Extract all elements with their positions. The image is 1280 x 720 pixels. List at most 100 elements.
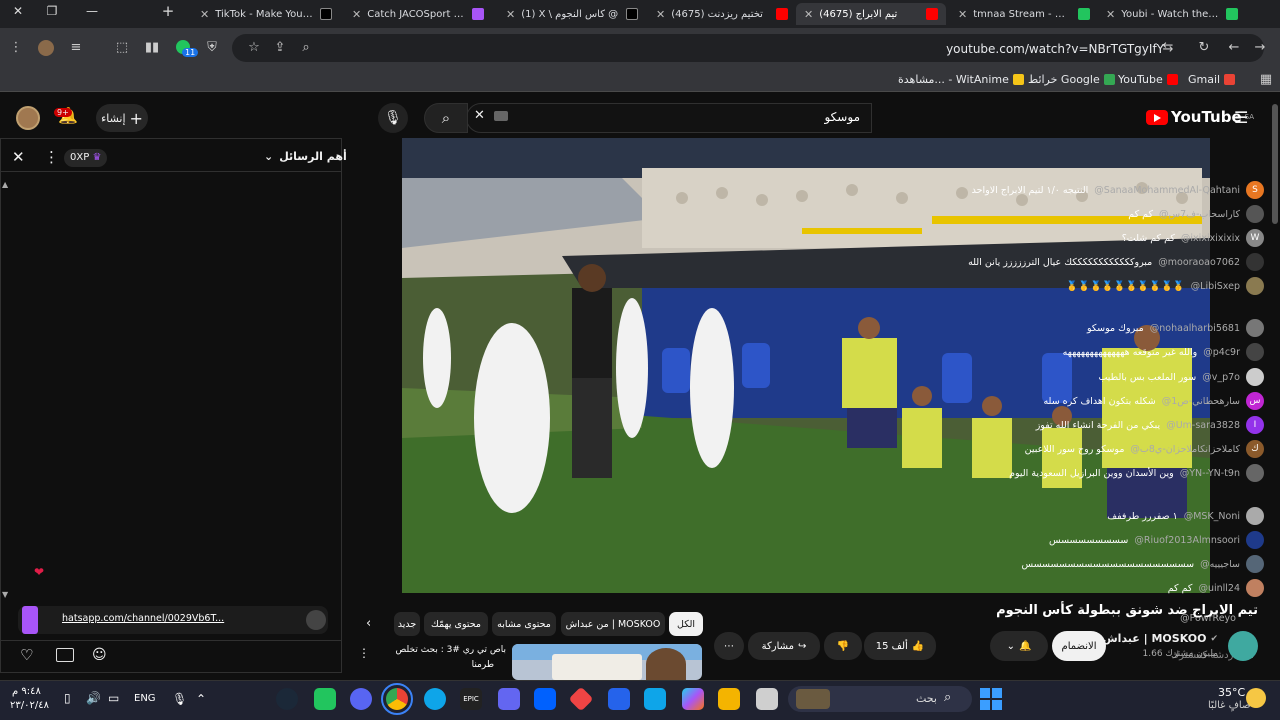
chat-message[interactable]: @ساجيييه سسسسسسسسسسسسسسسسسسسس — [1021, 555, 1264, 573]
battery-icon[interactable]: ▯ — [64, 691, 71, 705]
browser-tab[interactable]: ✕ Youbi - Watch the Vi — [1098, 3, 1246, 25]
chat-author[interactable]: @nohaalharbi5681 — [1150, 323, 1240, 334]
chat-message[interactable]: W @ixixixixixix كم كم شلت؟ — [1122, 229, 1264, 247]
outlook-icon[interactable] — [608, 688, 630, 710]
search-button[interactable]: ⌕ — [424, 103, 468, 133]
windows-start-icon[interactable] — [980, 688, 1002, 710]
voice-search-button[interactable]: 🎙 — [378, 103, 408, 133]
avatar[interactable] — [1246, 507, 1264, 525]
bookmark-witanime[interactable]: مشاهدة... - WitAnime — [898, 73, 1024, 86]
close-tab-icon[interactable]: ✕ — [804, 8, 813, 21]
volume-icon[interactable]: 🔊 — [86, 691, 101, 705]
bookmark-gmail[interactable]: Gmail — [1188, 73, 1236, 86]
profile-avatar[interactable] — [38, 40, 54, 56]
close-tab-icon[interactable]: ✕ — [656, 8, 665, 21]
clock-time[interactable]: ٩:٤٨ م — [12, 686, 41, 697]
chat-message[interactable]: @v_p7o سور الملعب بس بالطيب — [1098, 368, 1264, 386]
keyboard-icon[interactable] — [494, 111, 508, 121]
search-input[interactable] — [466, 103, 872, 133]
chat-author[interactable]: @سارهحطاني-ص1 — [1162, 396, 1240, 407]
copilot-icon[interactable] — [682, 688, 704, 710]
emoji-icon[interactable]: ☺ — [92, 647, 107, 663]
avatar[interactable]: W — [1246, 229, 1264, 247]
chat-message[interactable]: @mooraoao7062 مبروككككككككككككك عيال التر… — [968, 253, 1264, 271]
dislike-button[interactable]: 👎 — [824, 632, 862, 660]
share-button[interactable]: مشاركة ↪ — [748, 632, 820, 660]
browser-tab[interactable]: ✕ TikTok - Make Your D — [192, 3, 340, 25]
chat-message[interactable]: I @Um-sara3828 يبكي من الفرحة انشاء الله ت… — [1036, 416, 1264, 434]
chat-message[interactable]: @LibiSxep 🥇🥇🥇🥇🥇🥇🥇🥇🥇🥇 — [1066, 277, 1264, 295]
close-tab-icon[interactable]: ✕ — [1106, 8, 1115, 21]
close-tab-icon[interactable]: ✕ — [506, 8, 515, 21]
shield-extension-icon[interactable]: ⛨ — [204, 40, 220, 56]
display-icon[interactable]: ▭ — [108, 691, 119, 705]
chat-input[interactable] — [110, 646, 326, 668]
bookmark-maps[interactable]: خرائط Google — [1028, 73, 1115, 86]
extensions-puzzle-icon[interactable]: ⬚ — [114, 40, 130, 56]
avatar[interactable]: س — [1246, 392, 1264, 410]
close-tab-icon[interactable]: ✕ — [352, 8, 361, 21]
chat-author[interactable]: @LibiSxep — [1191, 281, 1240, 292]
minimize-window-icon[interactable]: — — [80, 4, 104, 22]
chat-author[interactable]: @uinll24 — [1198, 583, 1240, 594]
menu-dots-icon[interactable]: ⋮ — [8, 40, 24, 56]
page-scrollbar-thumb[interactable] — [1272, 104, 1278, 224]
youtube-logo[interactable]: YouTube SA — [1146, 108, 1254, 126]
chip-all[interactable]: الكل — [669, 612, 703, 636]
channel-name[interactable]: عبداش | MOSKOO ✔ — [1103, 632, 1219, 645]
join-button[interactable]: الانضمام — [1052, 631, 1106, 661]
subscribed-button[interactable]: ⌄ 🔔 — [990, 631, 1048, 661]
avatar[interactable]: I — [1246, 416, 1264, 434]
share-page-icon[interactable]: ⇪ — [272, 40, 288, 56]
back-icon[interactable]: → — [1252, 40, 1268, 56]
steam-icon[interactable] — [276, 688, 298, 710]
pinned-link[interactable]: hatsapp.com/channel/0029Vb6T... — [62, 613, 224, 624]
chat-author[interactable]: @MSK_Noni — [1184, 511, 1240, 522]
reload-icon[interactable]: ↻ — [1196, 40, 1212, 56]
avatar[interactable] — [1246, 531, 1264, 549]
video-player[interactable] — [402, 138, 1210, 593]
chat-author[interactable]: @ixixixixixix — [1181, 233, 1240, 244]
channel-avatar[interactable] — [1228, 631, 1258, 661]
chat-message[interactable]: @YN--YN-t9n وين الأسدان ووين البرازيل الس… — [1009, 464, 1264, 482]
site-settings-icon[interactable]: ⇆ — [1160, 40, 1176, 56]
clock-date[interactable]: ٢٣/٠٢/٤٨ — [10, 700, 49, 711]
taskbar-app-icon[interactable] — [756, 688, 778, 710]
chat-author[interactable]: @p4c9r — [1203, 347, 1240, 358]
restore-window-icon[interactable]: ❐ — [40, 4, 64, 22]
chat-message[interactable]: س @سارهحطاني-ص1 شكله بتكون اهداف كره سله — [1043, 392, 1264, 410]
super-chat-icon[interactable] — [56, 648, 74, 662]
more-actions-button[interactable]: ⋯ — [714, 632, 744, 660]
chat-author[interactable]: @كاملاحزانكاملاحزان-ي8ب — [1130, 444, 1240, 455]
chat-message[interactable]: ك @كاملاحزانكاملاحزان-ي8ب موسكو روح سور ال… — [1025, 440, 1264, 458]
chip-for-you[interactable]: محتوى يهمّك — [424, 612, 488, 636]
close-window-icon[interactable]: ✕ — [6, 4, 30, 22]
close-tab-icon[interactable]: ✕ — [200, 8, 209, 21]
discord-icon[interactable] — [350, 688, 372, 710]
zoom-icon[interactable]: ⌕ — [298, 40, 314, 56]
account-avatar[interactable] — [16, 106, 40, 130]
close-tab-icon[interactable]: ✕ — [958, 8, 967, 21]
avatar[interactable] — [1246, 277, 1264, 295]
chat-mode-selector[interactable]: ⌄ أهم الرسائل — [264, 150, 347, 163]
browser-tab[interactable]: ✕ tmnaa Stream - Wat — [950, 3, 1098, 25]
avatar[interactable] — [1246, 368, 1264, 386]
browser-tab[interactable]: ✕ Catch JACOSport Live — [344, 3, 492, 25]
like-heart-icon[interactable]: ♡ — [20, 646, 33, 664]
scroll-down-icon[interactable]: ▼ — [2, 590, 8, 599]
chat-message[interactable]: @p4c9r والله غير متوقعه ههههههههههههههه — [1063, 343, 1264, 361]
url-text[interactable]: youtube.com/watch?v=NBrTGTgyIfY — [946, 42, 1164, 56]
chat-author[interactable]: @mooraoao7062 — [1158, 257, 1240, 268]
microsoft-store-icon[interactable] — [644, 688, 666, 710]
chat-message[interactable]: @MSK_Noni ١ صفررر طرففف — [1107, 507, 1264, 525]
edge-icon[interactable] — [424, 688, 446, 710]
chevron-left-icon[interactable]: ‹ — [366, 616, 371, 631]
close-chat-icon[interactable]: ✕ — [12, 148, 25, 166]
scroll-up-icon[interactable]: ▲ — [2, 180, 8, 189]
like-button[interactable]: 15 ألف 👍 — [864, 632, 936, 660]
teams-icon[interactable] — [498, 688, 520, 710]
avatar[interactable]: ك — [1246, 440, 1264, 458]
new-tab-icon[interactable]: + — [156, 2, 180, 20]
chat-message[interactable]: S @SanaaMohammedAl-Qahtani النتيجه ١/٠ لتي… — [972, 181, 1264, 199]
chat-author[interactable]: @v_p7o — [1202, 372, 1240, 383]
